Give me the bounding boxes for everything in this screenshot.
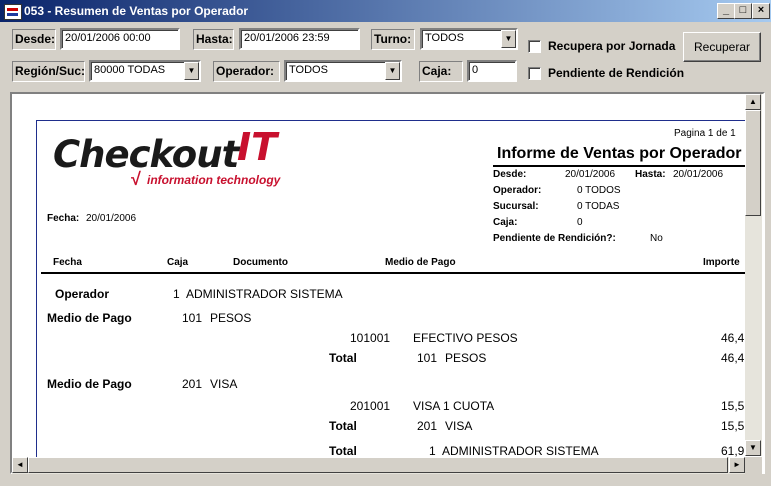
col-documento: Documento bbox=[233, 257, 288, 268]
scroll-up-icon[interactable]: ▲ bbox=[745, 94, 761, 110]
pendiente-rendicion-checkbox[interactable]: Pendiente de Rendición bbox=[528, 65, 684, 83]
report-page: Checkout IT √ information technology Pag… bbox=[36, 120, 757, 472]
hasta-field[interactable]: 20/01/2006 23:59 bbox=[239, 28, 360, 50]
medio1-detail-amount: 46,4 bbox=[721, 331, 745, 345]
medio2-total-label: Total bbox=[329, 419, 357, 433]
param-sucursal-value: 0 TODAS bbox=[577, 201, 620, 212]
app-icon bbox=[4, 4, 22, 20]
medio1-total-name: PESOS bbox=[445, 351, 487, 365]
grand-total-code: 1 bbox=[429, 444, 436, 458]
medio2-detail-name: VISA 1 CUOTA bbox=[413, 399, 495, 413]
minimize-button[interactable]: _ bbox=[717, 3, 735, 19]
param-caja-label: Caja: bbox=[493, 217, 518, 228]
grand-total-label: Total bbox=[329, 444, 357, 458]
param-operador-value: 0 TODOS bbox=[577, 185, 621, 196]
chevron-down-icon[interactable]: ▼ bbox=[184, 62, 199, 80]
recupera-jornada-label: Recupera por Jornada bbox=[548, 39, 676, 53]
param-desde-label: Desde: bbox=[493, 169, 527, 180]
medio2-total-amount: 15,5 bbox=[721, 419, 745, 433]
grand-total-name: ADMINISTRADOR SISTEMA bbox=[442, 444, 599, 458]
horizontal-scrollbar[interactable]: ◄ ► bbox=[12, 457, 745, 474]
horizontal-scroll-thumb[interactable] bbox=[28, 457, 728, 473]
checkbox-box[interactable] bbox=[528, 40, 541, 54]
chevron-down-icon[interactable]: ▼ bbox=[385, 62, 400, 80]
title-underline bbox=[493, 165, 747, 167]
turno-select[interactable]: TODOS ▼ bbox=[420, 28, 518, 50]
recupera-jornada-checkbox[interactable]: Recupera por Jornada bbox=[528, 38, 675, 56]
checkbox-box[interactable] bbox=[528, 67, 541, 81]
recuperar-button[interactable]: Recuperar bbox=[683, 32, 761, 62]
pagination-text: Pagina 1 de 1 bbox=[674, 128, 736, 139]
turno-value: TODOS bbox=[425, 32, 464, 44]
param-caja-value: 0 bbox=[577, 217, 583, 228]
region-select[interactable]: 80000 TODAS ▼ bbox=[89, 60, 201, 82]
logo-brand: Checkout bbox=[53, 133, 239, 176]
scroll-corner bbox=[745, 457, 762, 474]
medio1-code: 101 bbox=[182, 311, 203, 325]
param-hasta-value: 20/01/2006 bbox=[673, 169, 724, 180]
close-button[interactable]: × bbox=[752, 3, 770, 19]
checkout-it-logo: Checkout IT √ information technology bbox=[53, 125, 323, 195]
param-pendiente-label: Pendiente de Rendición?: bbox=[493, 233, 616, 244]
medio2-name: VISA bbox=[210, 377, 238, 391]
col-caja: Caja bbox=[167, 257, 189, 268]
desde-label: Desde: bbox=[12, 29, 56, 50]
operador-group-label: Operador bbox=[55, 287, 110, 301]
medio1-total-amount: 46,4 bbox=[721, 351, 745, 365]
medio2-total-code: 201 bbox=[417, 419, 438, 433]
operador-name: ADMINISTRADOR SISTEMA bbox=[186, 287, 343, 301]
medio2-total-name: VISA bbox=[445, 419, 473, 433]
region-value: 80000 TODAS bbox=[94, 64, 166, 76]
logo-it: IT bbox=[237, 125, 278, 169]
scroll-down-icon[interactable]: ▼ bbox=[745, 440, 761, 456]
medio1-name: PESOS bbox=[210, 311, 252, 325]
fecha-label: Fecha: bbox=[47, 213, 80, 224]
report-viewer: Checkout IT √ information technology Pag… bbox=[10, 92, 765, 474]
scroll-right-icon[interactable]: ► bbox=[729, 457, 745, 473]
col-fecha: Fecha bbox=[53, 257, 82, 268]
header-rule bbox=[41, 272, 757, 274]
vertical-scroll-thumb[interactable] bbox=[745, 110, 761, 216]
medio2-code: 201 bbox=[182, 377, 203, 391]
scroll-left-icon[interactable]: ◄ bbox=[12, 457, 28, 473]
operador-label: Operador: bbox=[213, 61, 280, 82]
col-medio: Medio de Pago bbox=[385, 257, 456, 268]
caja-label: Caja: bbox=[419, 61, 463, 82]
region-label: Región/Suc: bbox=[12, 61, 85, 82]
medio1-total-label: Total bbox=[329, 351, 357, 365]
chevron-down-icon[interactable]: ▼ bbox=[501, 30, 516, 48]
caja-field[interactable]: 0 bbox=[467, 60, 517, 82]
fecha-value: 20/01/2006 bbox=[86, 213, 137, 224]
hasta-label: Hasta: bbox=[193, 29, 234, 50]
logo-check-mark: √ bbox=[131, 169, 141, 189]
vertical-scrollbar[interactable]: ▲ ▼ bbox=[745, 94, 762, 456]
desde-field[interactable]: 20/01/2006 00:00 bbox=[60, 28, 180, 50]
param-hasta-label: Hasta: bbox=[635, 169, 666, 180]
medio1-detail-code: 101001 bbox=[350, 331, 391, 345]
medio1-detail-name: EFECTIVO PESOS bbox=[413, 331, 518, 345]
operador-value: TODOS bbox=[289, 64, 328, 76]
turno-label: Turno: bbox=[371, 29, 415, 50]
logo-tagline: information technology bbox=[147, 173, 281, 187]
medio1-total-code: 101 bbox=[417, 351, 438, 365]
pendiente-rendicion-label: Pendiente de Rendición bbox=[548, 66, 685, 80]
title-bar: 053 - Resumen de Ventas por Operador _ □… bbox=[0, 0, 771, 22]
medio2-label: Medio de Pago bbox=[47, 377, 132, 391]
operador-select[interactable]: TODOS ▼ bbox=[284, 60, 402, 82]
param-pendiente-value: No bbox=[650, 233, 663, 244]
param-desde-value: 20/01/2006 bbox=[565, 169, 616, 180]
param-operador-label: Operador: bbox=[493, 185, 542, 196]
grand-total-amount: 61,9 bbox=[721, 444, 745, 458]
report-title: Informe de Ventas por Operador bbox=[497, 145, 742, 162]
medio2-detail-amount: 15,5 bbox=[721, 399, 745, 413]
param-sucursal-label: Sucursal: bbox=[493, 201, 539, 212]
medio1-label: Medio de Pago bbox=[47, 311, 132, 325]
window-title: 053 - Resumen de Ventas por Operador bbox=[24, 4, 249, 18]
maximize-button[interactable]: □ bbox=[734, 3, 752, 19]
col-importe: Importe bbox=[703, 257, 740, 268]
medio2-detail-code: 201001 bbox=[350, 399, 391, 413]
operador-code: 1 bbox=[173, 287, 180, 301]
